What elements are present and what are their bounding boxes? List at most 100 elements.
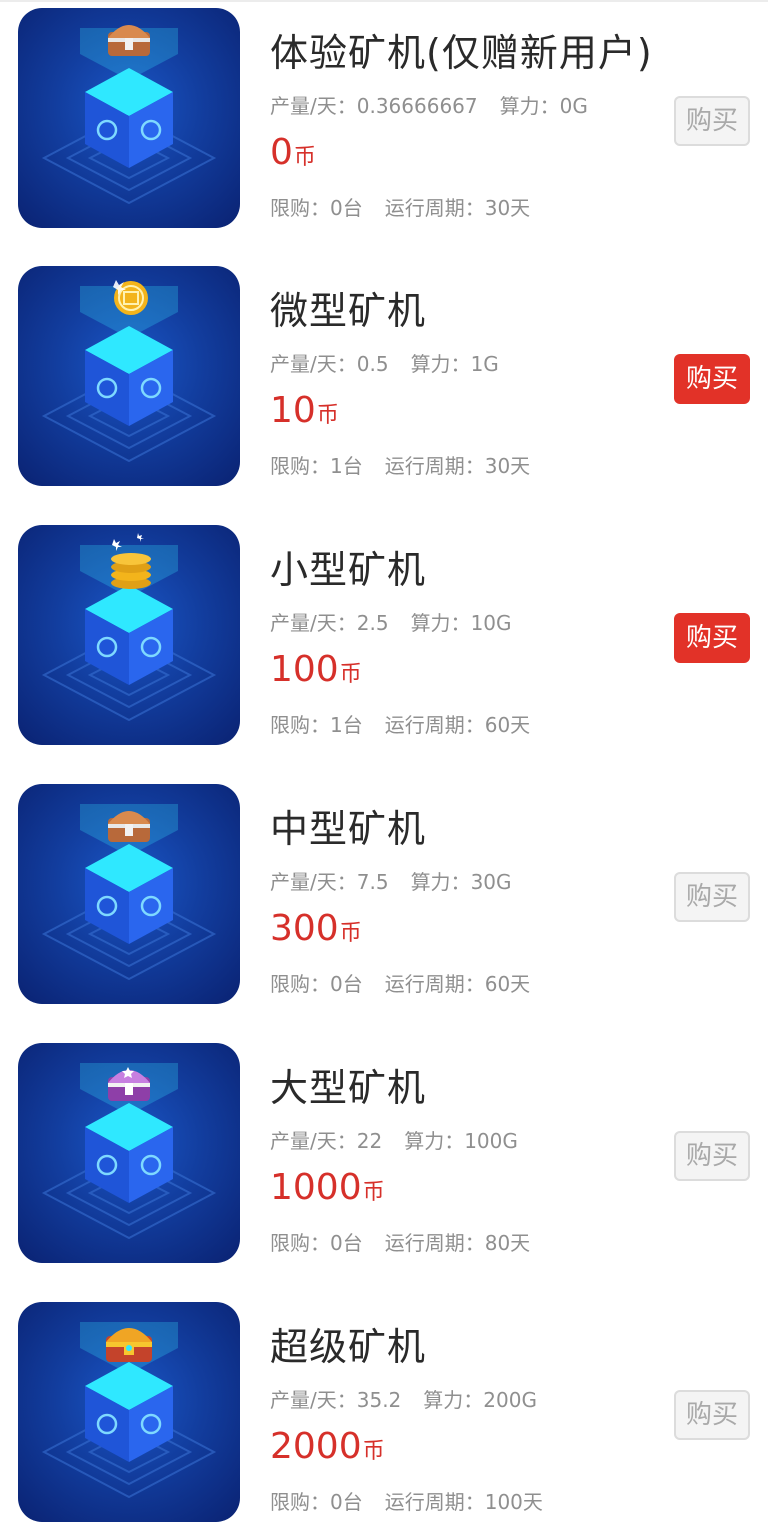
miner-limits: 限购：1台 运行周期：60天 (270, 709, 530, 738)
cycle-label: 运行周期： (384, 972, 485, 996)
limit-label: 限购： (270, 454, 330, 478)
cycle-value: 80天 (484, 1231, 531, 1255)
output-value: 22 (356, 1129, 383, 1153)
power-value: 200G (483, 1388, 537, 1412)
miner-thumbnail (18, 1043, 240, 1263)
cycle-label: 运行周期： (384, 196, 485, 220)
miner-price: 100币 (270, 649, 362, 690)
power-label: 算力： (410, 352, 471, 376)
limit-value: 0台 (330, 972, 363, 996)
cycle-label: 运行周期： (384, 1490, 485, 1514)
miner-limits: 限购：0台 运行周期：30天 (270, 192, 530, 221)
mining-cube-illustration (41, 1322, 217, 1499)
limit-label: 限购： (270, 972, 330, 996)
miner-limits: 限购：1台 运行周期：30天 (270, 450, 530, 479)
top-divider (0, 0, 768, 2)
miner-item: 超级矿机 产量/天：35.2 算力：200G 2000币 限购：0台 运行周期：10… (0, 1302, 768, 1524)
miner-thumbnail (18, 1302, 240, 1522)
output-label: 产量/天： (270, 611, 357, 635)
limit-label: 限购： (270, 713, 330, 737)
output-value: 35.2 (356, 1388, 402, 1412)
power-value: 0G (559, 94, 588, 118)
cycle-label: 运行周期： (384, 713, 485, 737)
miner-title: 大型矿机 (270, 1066, 427, 1110)
mining-cube-illustration (41, 804, 217, 981)
miner-specs: 产量/天：35.2 算力：200G (270, 1384, 537, 1413)
miner-price: 2000币 (270, 1426, 385, 1467)
limit-label: 限购： (270, 1231, 330, 1255)
miner-specs: 产量/天：2.5 算力：10G (270, 607, 512, 636)
limit-value: 0台 (330, 1231, 363, 1255)
buy-button[interactable]: 购买 (674, 1390, 750, 1440)
output-value: 0.5 (356, 352, 389, 376)
power-value: 30G (470, 870, 512, 894)
limit-value: 1台 (330, 454, 363, 478)
buy-button[interactable]: 购买 (674, 354, 750, 404)
miner-limits: 限购：0台 运行周期：80天 (270, 1227, 530, 1256)
limit-label: 限购： (270, 1490, 330, 1514)
miner-title: 体验矿机(仅赠新用户) (270, 31, 653, 75)
mining-cube-illustration (41, 280, 217, 463)
miner-limits: 限购：0台 运行周期：100天 (270, 1486, 543, 1515)
miner-price: 300币 (270, 908, 362, 949)
price-unit: 币 (362, 1180, 385, 1205)
output-label: 产量/天： (270, 352, 357, 376)
price-unit: 币 (293, 145, 316, 170)
miner-item: 中型矿机 产量/天：7.5 算力：30G 300币 限购：0台 运行周期：60天 购… (0, 784, 768, 1006)
output-label: 产量/天： (270, 94, 357, 118)
limit-value: 0台 (330, 196, 363, 220)
miner-item: 微型矿机 产量/天：0.5 算力：1G 10币 限购：1台 运行周期：30天 购买 (0, 266, 768, 488)
price-value: 0 (270, 132, 293, 173)
power-label: 算力： (404, 1129, 465, 1153)
price-unit: 币 (316, 403, 339, 428)
mining-cube-illustration (41, 1063, 217, 1240)
buy-button[interactable]: 购买 (674, 96, 750, 146)
miner-thumbnail (18, 266, 240, 486)
miner-specs: 产量/天：22 算力：100G (270, 1125, 518, 1154)
miner-price: 10币 (270, 390, 339, 431)
cycle-label: 运行周期： (384, 454, 485, 478)
miner-item: 小型矿机 产量/天：2.5 算力：10G 100币 限购：1台 运行周期：60天 购… (0, 525, 768, 747)
output-value: 0.36666667 (356, 94, 478, 118)
coin-stack-icon (111, 533, 151, 589)
output-label: 产量/天： (270, 1129, 357, 1153)
mining-cube-illustration (41, 25, 217, 205)
cycle-value: 60天 (484, 713, 531, 737)
miner-price: 0币 (270, 132, 316, 173)
miner-title: 中型矿机 (270, 807, 427, 851)
cycle-value: 30天 (484, 196, 531, 220)
price-value: 1000 (270, 1167, 362, 1208)
miner-specs: 产量/天：0.36666667 算力：0G (270, 90, 588, 119)
limit-value: 0台 (330, 1490, 363, 1514)
miner-specs: 产量/天：0.5 算力：1G (270, 348, 499, 377)
price-value: 2000 (270, 1426, 362, 1467)
output-value: 2.5 (356, 611, 389, 635)
limit-value: 1台 (330, 713, 363, 737)
miner-thumbnail (18, 8, 240, 228)
cycle-value: 60天 (484, 972, 531, 996)
miner-title: 小型矿机 (270, 548, 427, 592)
price-unit: 币 (339, 662, 362, 687)
price-value: 10 (270, 390, 316, 431)
buy-button[interactable]: 购买 (674, 1131, 750, 1181)
power-label: 算力： (499, 94, 560, 118)
power-value: 10G (470, 611, 512, 635)
limit-label: 限购： (270, 196, 330, 220)
power-label: 算力： (410, 870, 471, 894)
power-label: 算力： (423, 1388, 484, 1412)
miner-specs: 产量/天：7.5 算力：30G (270, 866, 512, 895)
output-value: 7.5 (356, 870, 389, 894)
miner-item: 体验矿机(仅赠新用户) 产量/天：0.36666667 算力：0G 0币 限购：0… (0, 8, 768, 230)
price-value: 300 (270, 908, 339, 949)
cycle-value: 30天 (484, 454, 531, 478)
miner-title: 微型矿机 (270, 289, 427, 333)
buy-button[interactable]: 购买 (674, 872, 750, 922)
power-value: 1G (470, 352, 499, 376)
price-unit: 币 (362, 1439, 385, 1464)
miner-limits: 限购：0台 运行周期：60天 (270, 968, 530, 997)
power-value: 100G (464, 1129, 518, 1153)
miner-thumbnail (18, 525, 240, 745)
miner-price: 1000币 (270, 1167, 385, 1208)
buy-button[interactable]: 购买 (674, 613, 750, 663)
cycle-value: 100天 (484, 1490, 543, 1514)
